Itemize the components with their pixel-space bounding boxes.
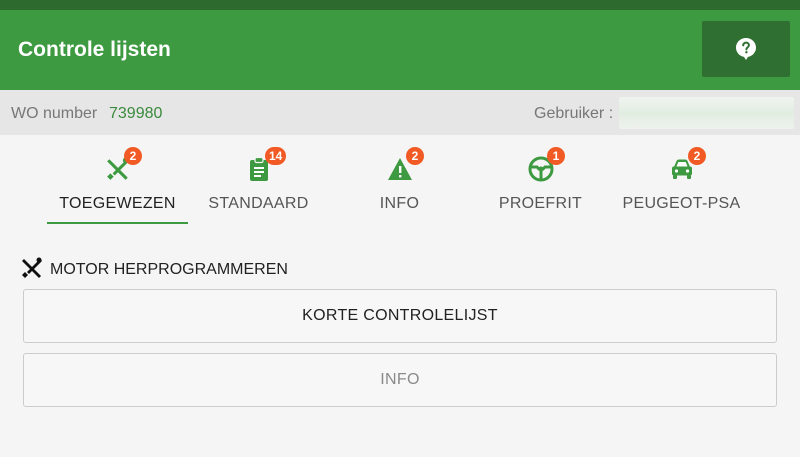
- section-title: MOTOR HERPROGRAMMEREN: [50, 261, 288, 278]
- tab-standaard[interactable]: 14 STANDAARD: [188, 135, 329, 225]
- tab-label: STANDAARD: [208, 195, 309, 212]
- info-button[interactable]: INFO: [23, 353, 777, 407]
- tab-badge: 2: [124, 147, 142, 165]
- user-value-redacted: [619, 97, 794, 129]
- wo-number-label: WO number: [11, 105, 98, 122]
- tab-badge: 1: [547, 147, 565, 165]
- wo-number-value: 739980: [109, 105, 163, 122]
- help-circle-icon: [736, 38, 756, 60]
- tools-icon: [20, 256, 44, 285]
- user-label: Gebruiker :: [534, 105, 614, 122]
- tab-badge: 14: [265, 147, 287, 165]
- korte-controlelijst-button[interactable]: KORTE CONTROLELIJST: [23, 289, 777, 343]
- tab-proefrit[interactable]: 1 PROEFRIT: [470, 135, 611, 225]
- tab-label: INFO: [379, 195, 420, 212]
- tab-badge: 2: [406, 147, 424, 165]
- tab-toegewezen[interactable]: 2 TOEGEWEZEN: [47, 135, 188, 225]
- tab-label: PEUGEOT-PSA: [622, 195, 741, 212]
- tab-bar: 2 TOEGEWEZEN 14 STANDAARD 2 INFO 1 PROEF…: [47, 135, 751, 227]
- tab-label: PROEFRIT: [498, 195, 583, 212]
- status-bar: [0, 0, 800, 10]
- active-tab-indicator: [47, 222, 188, 224]
- tab-badge: 2: [688, 147, 706, 165]
- tab-peugeot-psa[interactable]: 2 PEUGEOT-PSA: [611, 135, 752, 225]
- app-bar: Controle lijsten: [0, 10, 800, 90]
- help-button[interactable]: [702, 21, 790, 77]
- section-header: MOTOR HERPROGRAMMEREN: [20, 256, 288, 285]
- page-title: Controle lijsten: [18, 38, 171, 61]
- tab-label: TOEGEWEZEN: [59, 195, 176, 212]
- work-order-bar: WO number 739980 Gebruiker :: [0, 90, 800, 135]
- tab-info[interactable]: 2 INFO: [329, 135, 470, 225]
